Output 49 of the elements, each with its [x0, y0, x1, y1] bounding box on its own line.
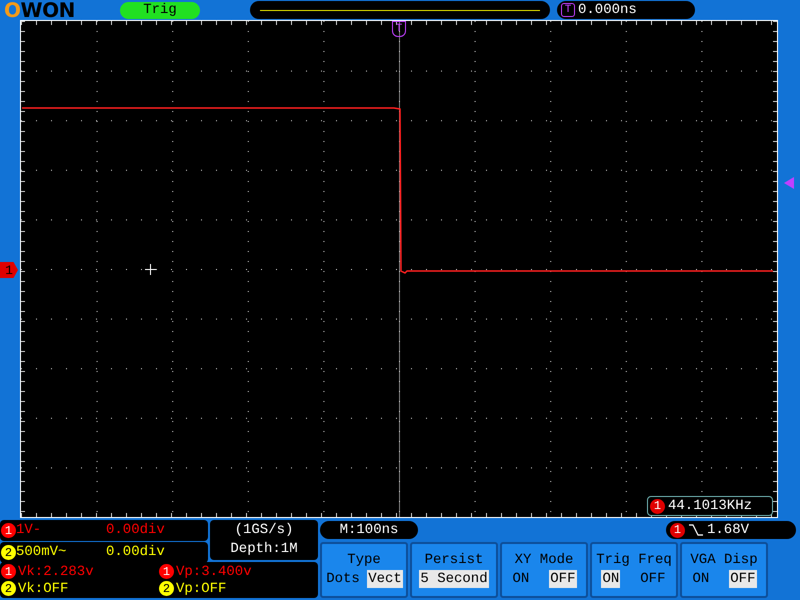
time-offset: 0.000ns	[578, 0, 637, 20]
trigger-position-marker: T	[392, 21, 406, 37]
trigger-level: 1.68V	[707, 520, 750, 540]
measurement-value: Vk:2.283v	[18, 564, 94, 578]
measurement-value: Vp:3.400v	[176, 564, 252, 578]
menu-button[interactable]: VGA Disp ON OFF	[680, 542, 768, 598]
channel-badge: 1	[159, 564, 174, 579]
channel-badge: 1	[1, 564, 16, 579]
logo: OWON	[4, 0, 76, 20]
menu-button[interactable]: Persist 5 Second	[410, 542, 498, 598]
channel-badge: 2	[1, 545, 16, 560]
menu-title: Trig Freq	[596, 552, 672, 566]
menu-option[interactable]: ON	[601, 570, 620, 588]
channel-badge: 1	[650, 498, 665, 514]
timebase: M:100ns	[320, 521, 418, 539]
menu-option[interactable]: OFF	[549, 570, 576, 588]
channel-scale: 500mV~	[16, 543, 68, 562]
menu-option[interactable]: 5 Second	[419, 570, 489, 588]
menu-title: VGA Disp	[690, 552, 758, 566]
measurement-value: Vk:OFF	[18, 582, 68, 596]
channel-offset: 0.00div	[106, 543, 165, 562]
measurement-value: Vp:OFF	[176, 582, 226, 596]
menu-option[interactable]: Vect	[367, 570, 403, 588]
sample-rate: (1GS/s)	[234, 521, 294, 540]
channel-offset: 0.00div	[106, 521, 165, 540]
frequency-value: 44.1013KHz	[668, 496, 752, 516]
trigger-level-marker-icon	[784, 177, 794, 189]
menu-option[interactable]: OFF	[729, 570, 756, 588]
menu-button[interactable]: Trig Freq ON OFF	[590, 542, 678, 598]
crosshair-icon	[145, 264, 156, 275]
menu-title: Type	[347, 552, 381, 566]
menu-button[interactable]: XY Mode ON OFF	[500, 542, 588, 598]
channel-badge: 1	[670, 522, 685, 538]
channel-badge: 2	[159, 581, 174, 596]
channel-badge: 2	[1, 581, 16, 596]
falling-edge-icon	[688, 523, 704, 537]
menu-option[interactable]: ON	[511, 570, 530, 588]
channel-scale: 1V-	[16, 521, 42, 540]
channel-marker: 1	[0, 262, 18, 278]
menu-title: Persist	[424, 552, 484, 566]
memory-depth: Depth:1M	[230, 540, 298, 559]
menu-title: XY Mode	[514, 552, 574, 566]
menu-option[interactable]: ON	[691, 570, 710, 588]
menu-button[interactable]: Type Dots Vect	[320, 542, 408, 598]
trigger-badge: T	[561, 3, 575, 17]
menu-option[interactable]: OFF	[639, 570, 666, 588]
channel-badge: 1	[1, 523, 16, 538]
trigger-status: Trig	[120, 2, 200, 18]
menu-option[interactable]: Dots	[325, 570, 361, 588]
